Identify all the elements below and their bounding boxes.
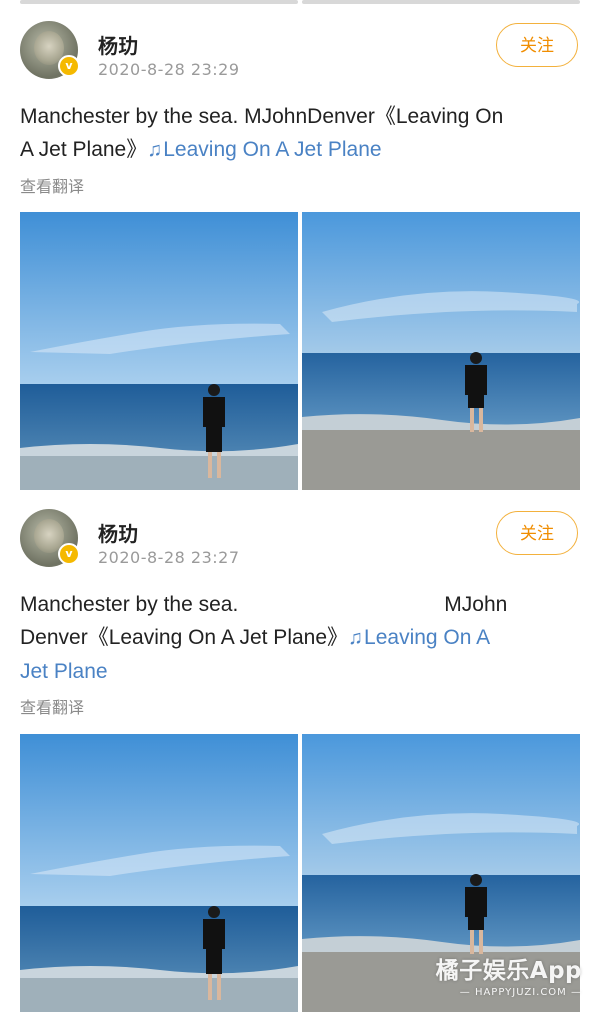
- post-text-line: Denver《Leaving On A Jet Plane》♫Leaving O…: [20, 621, 580, 655]
- post-text: Manchester by the sea. MJohnDenver《Leavi…: [20, 100, 580, 167]
- verified-badge-icon: v: [58, 543, 80, 565]
- post-photo[interactable]: [20, 734, 298, 1012]
- avatar[interactable]: v: [20, 21, 80, 79]
- divider: [20, 0, 298, 4]
- post-text: Manchester by the sea. MJohn Denver《Leavi…: [20, 588, 580, 688]
- music-note-icon: ♫: [147, 139, 163, 161]
- translate-link[interactable]: 查看翻译: [20, 694, 84, 718]
- music-link[interactable]: Leaving On A Jet Plane: [163, 138, 381, 161]
- post-text-line: Manchester by the sea. MJohn: [20, 588, 580, 621]
- post-text-segment: Denver《Leaving On A Jet Plane》: [20, 626, 349, 649]
- post-text-line: A Jet Plane》♫Leaving On A Jet Plane: [20, 133, 580, 167]
- post-text-segment: A Jet Plane》: [20, 138, 148, 161]
- watermark: 橘子娱乐App — HAPPYJUZI.COM —: [436, 951, 582, 998]
- post-photo[interactable]: [302, 212, 580, 490]
- verified-badge-icon: v: [58, 55, 80, 77]
- music-link[interactable]: Leaving On A: [364, 626, 490, 649]
- music-note-icon: ♫: [348, 627, 364, 649]
- post-text-line: Manchester by the sea. MJohnDenver《Leavi…: [20, 105, 504, 128]
- divider: [302, 0, 580, 4]
- username[interactable]: 杨玏: [98, 30, 138, 59]
- translate-link[interactable]: 查看翻译: [20, 173, 84, 197]
- post-timestamp: 2020-8-28 23:29: [98, 60, 240, 79]
- watermark-logo: 橘子娱乐App: [435, 958, 582, 984]
- watermark-url: — HAPPYJUZI.COM —: [459, 987, 582, 998]
- follow-button[interactable]: 关注: [496, 23, 578, 67]
- post-photo[interactable]: [20, 212, 298, 490]
- follow-button[interactable]: 关注: [496, 511, 578, 555]
- post-timestamp: 2020-8-28 23:27: [98, 548, 240, 567]
- post-text-segment: MJohn: [444, 593, 508, 616]
- avatar[interactable]: v: [20, 509, 80, 567]
- post-text-segment: Manchester by the sea.: [20, 593, 239, 616]
- music-link[interactable]: Jet Plane: [20, 655, 580, 688]
- username[interactable]: 杨玏: [98, 518, 138, 547]
